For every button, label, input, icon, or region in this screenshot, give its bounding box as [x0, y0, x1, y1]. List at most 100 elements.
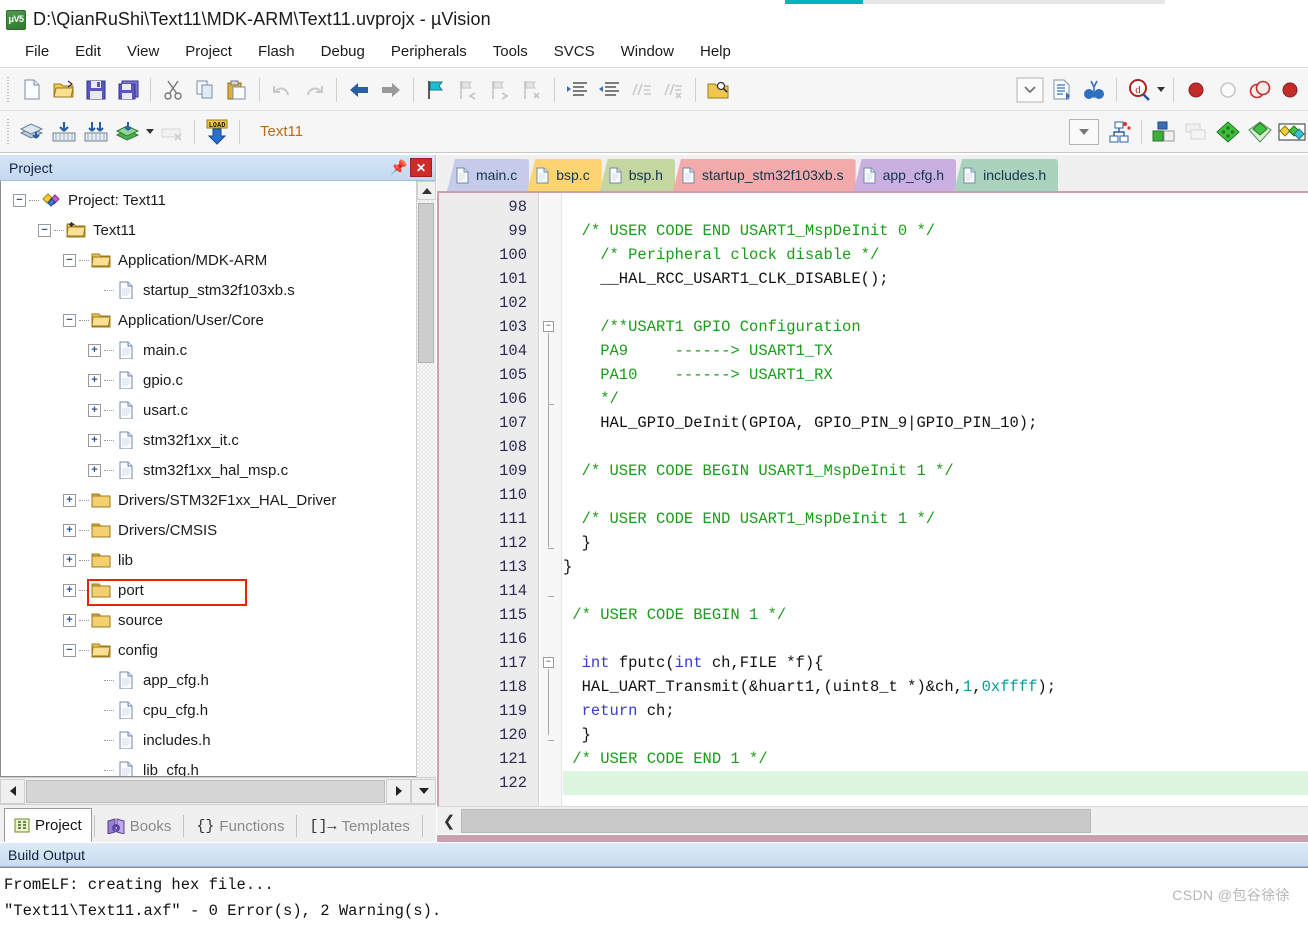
breakpoint-kill-all-icon[interactable] — [1276, 74, 1308, 106]
comment-icon[interactable] — [625, 74, 657, 106]
collapse-minus-icon[interactable]: − — [63, 313, 76, 327]
pack-manager-icon[interactable] — [1276, 116, 1308, 148]
fold-collapse-icon[interactable]: − — [543, 657, 554, 668]
tree-item-port[interactable]: + port — [13, 575, 405, 605]
project-panel-tabstrip[interactable]: Project ? Books {} Functions []→ Templat… — [0, 804, 436, 842]
indent-icon[interactable] — [561, 74, 593, 106]
expand-plus-icon[interactable]: + — [88, 373, 101, 387]
expand-plus-icon[interactable]: + — [63, 553, 76, 567]
insert-file-icon[interactable] — [1046, 74, 1078, 106]
close-icon[interactable]: ✕ — [410, 158, 432, 177]
rebuild-icon[interactable] — [80, 116, 112, 148]
breakpoint-disable-all-icon[interactable] — [1244, 74, 1276, 106]
tree-item-text11[interactable]: − Text11 — [13, 215, 405, 245]
tree-item-cpu-cfg-h[interactable]: cpu_cfg.h — [13, 695, 405, 725]
scroll-left-icon[interactable] — [0, 778, 25, 804]
menu-flash[interactable]: Flash — [245, 40, 308, 63]
menu-debug[interactable]: Debug — [308, 40, 378, 63]
menu-view[interactable]: View — [114, 40, 172, 63]
tab-project[interactable]: Project — [4, 808, 92, 842]
target-selector[interactable]: Text11 — [252, 119, 422, 145]
tree-item-lib[interactable]: + lib — [13, 545, 405, 575]
menu-project[interactable]: Project — [172, 40, 245, 63]
bookmark-toggle-icon[interactable] — [420, 74, 452, 106]
breakpoint-insert-icon[interactable] — [1180, 74, 1212, 106]
stop-build-icon[interactable] — [156, 116, 188, 148]
scroll-left-icon[interactable]: ❮ — [437, 808, 461, 834]
tab-functions[interactable]: {} Functions — [186, 810, 294, 842]
target-dropdown-caret-icon[interactable] — [1069, 118, 1099, 145]
tree-item-main-c[interactable]: + main.c — [13, 335, 405, 365]
debug-magnifier-icon[interactable]: d — [1123, 74, 1155, 106]
tree-item-includes-h[interactable]: includes.h — [13, 725, 405, 755]
vscroll-thumb[interactable] — [418, 203, 434, 363]
download-icon[interactable]: LOAD — [201, 116, 233, 148]
find-binoculars-icon[interactable] — [1078, 74, 1110, 106]
expand-plus-icon[interactable]: + — [88, 403, 101, 417]
target-options-icon[interactable] — [1103, 116, 1135, 148]
collapse-minus-icon[interactable]: − — [63, 643, 76, 657]
toolbar-grip[interactable] — [4, 76, 13, 103]
expand-plus-icon[interactable]: + — [63, 493, 76, 507]
scroll-down-icon[interactable] — [411, 778, 436, 804]
debug-dropdown-caret-icon[interactable] — [1155, 74, 1167, 106]
multi-project-icon[interactable] — [1180, 116, 1212, 148]
tab-books[interactable]: ? Books — [97, 810, 182, 842]
save-icon[interactable] — [80, 74, 112, 106]
translate-icon[interactable] — [16, 116, 48, 148]
expand-plus-icon[interactable]: + — [88, 343, 101, 357]
new-file-icon[interactable] — [16, 74, 48, 106]
scroll-up-icon[interactable] — [417, 181, 436, 200]
menu-help[interactable]: Help — [687, 40, 744, 63]
bookmark-clear-icon[interactable] — [516, 74, 548, 106]
menu-bar[interactable]: File Edit View Project Flash Debug Perip… — [0, 36, 1308, 68]
bookmark-next-icon[interactable] — [484, 74, 516, 106]
open-file-icon[interactable] — [48, 74, 80, 106]
editor-tab-main-c[interactable]: main.c — [447, 159, 530, 191]
menu-window[interactable]: Window — [608, 40, 687, 63]
tree-item-lib-cfg-h[interactable]: lib_cfg.h — [13, 755, 405, 776]
paste-icon[interactable] — [221, 74, 253, 106]
build-icon[interactable] — [48, 116, 80, 148]
find-in-files-icon[interactable] — [702, 74, 734, 106]
batch-build-icon[interactable] — [112, 116, 144, 148]
navigate-back-icon[interactable] — [343, 74, 375, 106]
tree-item-drivers-stm32f1xx-hal-driver[interactable]: + Drivers/STM32F1xx_HAL_Driver — [13, 485, 405, 515]
menu-file[interactable]: File — [12, 40, 62, 63]
navigate-forward-icon[interactable] — [375, 74, 407, 106]
manage-run-env-icon[interactable] — [1148, 116, 1180, 148]
editor-tab-bsp-c[interactable]: bsp.c — [527, 159, 602, 191]
outdent-icon[interactable] — [593, 74, 625, 106]
expand-plus-icon[interactable]: + — [88, 463, 101, 477]
project-tree-vscrollbar[interactable] — [416, 181, 436, 777]
expand-plus-icon[interactable]: + — [88, 433, 101, 447]
uncomment-icon[interactable] — [657, 74, 689, 106]
editor-hscrollbar[interactable]: ❮ — [437, 806, 1308, 834]
tree-item-application-user-core[interactable]: − Application/User/Core — [13, 305, 405, 335]
tree-item-project-text11[interactable]: − Project: Text11 — [13, 185, 405, 215]
tree-item-startup-stm32f103xb-s[interactable]: startup_stm32f103xb.s — [13, 275, 405, 305]
save-all-icon[interactable] — [112, 74, 144, 106]
scroll-right-icon[interactable] — [386, 778, 411, 804]
collapse-minus-icon[interactable]: − — [38, 223, 51, 237]
menu-tools[interactable]: Tools — [480, 40, 541, 63]
expand-plus-icon[interactable]: + — [63, 613, 76, 627]
expand-plus-icon[interactable]: + — [63, 583, 76, 597]
tree-item-config[interactable]: − config — [13, 635, 405, 665]
tree-item-gpio-c[interactable]: + gpio.c — [13, 365, 405, 395]
editor-tab-startup-stm32f103xb-s[interactable]: startup_stm32f103xb.s — [672, 159, 856, 191]
tab-templates[interactable]: []→ Templates — [299, 810, 419, 842]
redo-icon[interactable] — [298, 74, 330, 106]
tree-item-usart-c[interactable]: + usart.c — [13, 395, 405, 425]
tree-item-app-cfg-h[interactable]: app_cfg.h — [13, 665, 405, 695]
hscroll-thumb[interactable] — [26, 779, 385, 803]
collapse-minus-icon[interactable]: − — [13, 193, 26, 207]
toolbar-grip[interactable] — [4, 118, 13, 145]
tree-item-source[interactable]: + source — [13, 605, 405, 635]
menu-edit[interactable]: Edit — [62, 40, 114, 63]
menu-peripherals[interactable]: Peripherals — [378, 40, 480, 63]
project-tree-hscrollbar[interactable] — [0, 777, 436, 804]
build-output-body[interactable]: FromELF: creating hex file... "Text11\Te… — [0, 867, 1308, 927]
copy-icon[interactable] — [189, 74, 221, 106]
editor-tab-bsp-h[interactable]: bsp.h — [599, 159, 675, 191]
